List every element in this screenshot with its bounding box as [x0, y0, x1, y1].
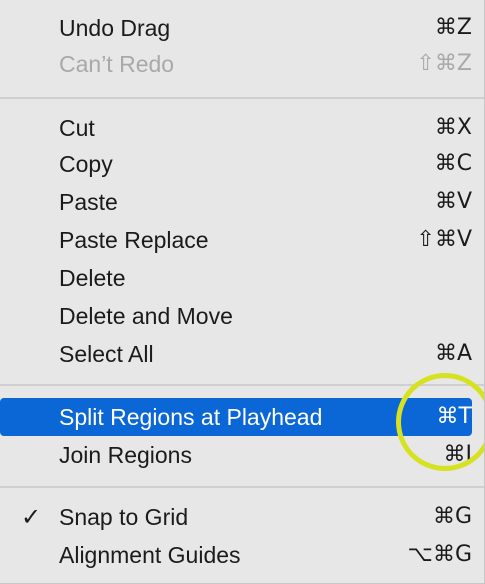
- shortcut-label: ⌥⌘G: [407, 542, 472, 567]
- menu-item-copy[interactable]: Copy ⌘C: [0, 145, 472, 183]
- menu-item-undo-drag[interactable]: Undo Drag ⌘Z: [0, 9, 472, 47]
- menu-item-cut[interactable]: Cut ⌘X: [0, 109, 472, 147]
- menu-separator: [0, 97, 484, 99]
- menu-item-paste[interactable]: Paste ⌘V: [0, 183, 472, 221]
- shortcut-label: ⌘V: [434, 189, 472, 214]
- shortcut-label: ⌘J: [443, 442, 473, 467]
- menu-item-alignment-guides[interactable]: Alignment Guides ⌥⌘G: [0, 536, 472, 574]
- checkmark-icon: ✓: [21, 503, 42, 531]
- menu-item-label: Undo Drag: [59, 15, 171, 41]
- menu-item-label: Split Regions at Playhead: [59, 404, 323, 430]
- menu-item-label: Delete and Move: [59, 303, 233, 329]
- edit-menu: Undo Drag ⌘Z Can’t Redo ⇧⌘Z Cut ⌘X Copy …: [0, 0, 485, 584]
- menu-separator: [0, 486, 484, 488]
- menu-item-delete[interactable]: Delete: [0, 259, 472, 297]
- shortcut-label: ⌘Z: [434, 15, 472, 40]
- menu-item-label: Paste Replace: [59, 227, 209, 253]
- menu-item-label: Can’t Redo: [59, 51, 175, 77]
- menu-item-label: Paste: [59, 189, 118, 215]
- menu-item-label: Select All: [59, 341, 154, 367]
- shortcut-label: ⌘A: [434, 341, 472, 366]
- shortcut-label: ⇧⌘V: [416, 227, 472, 252]
- shortcut-label: ⇧⌘Z: [416, 51, 472, 76]
- menu-item-delete-and-move[interactable]: Delete and Move: [0, 297, 472, 335]
- menu-item-label: Snap to Grid: [59, 504, 189, 530]
- menu-item-label: Join Regions: [59, 442, 192, 468]
- menu-item-cant-redo: Can’t Redo ⇧⌘Z: [0, 45, 472, 83]
- menu-item-select-all[interactable]: Select All ⌘A: [0, 335, 472, 373]
- menu-item-paste-replace[interactable]: Paste Replace ⇧⌘V: [0, 221, 472, 259]
- shortcut-label: ⌘G: [432, 504, 472, 529]
- menu-item-label: Cut: [59, 115, 95, 141]
- menu-item-split-regions-at-playhead[interactable]: Split Regions at Playhead ⌘T: [0, 398, 472, 436]
- menu-item-snap-to-grid[interactable]: ✓ Snap to Grid ⌘G: [0, 498, 472, 536]
- menu-item-label: Delete: [59, 265, 126, 291]
- shortcut-label: ⌘C: [434, 151, 472, 176]
- shortcut-label: ⌘X: [434, 115, 472, 140]
- menu-item-join-regions[interactable]: Join Regions ⌘J: [0, 436, 472, 474]
- menu-item-label: Alignment Guides: [59, 542, 241, 568]
- menu-separator: [0, 384, 484, 386]
- menu-item-label: Copy: [59, 151, 113, 177]
- shortcut-label: ⌘T: [436, 404, 472, 429]
